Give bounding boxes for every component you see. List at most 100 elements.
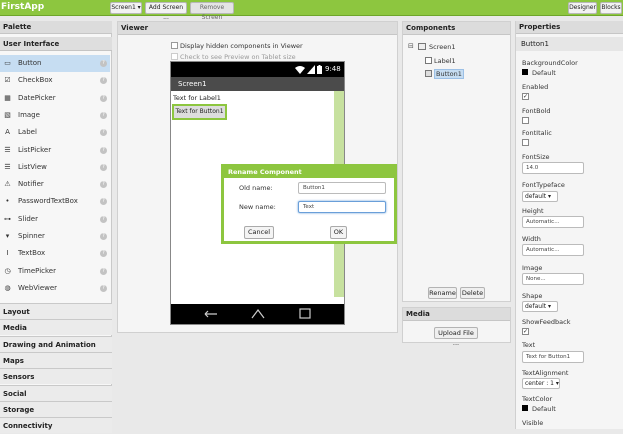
password-icon: • xyxy=(5,197,10,206)
help-icon[interactable]: ? xyxy=(100,94,107,102)
text-input[interactable]: Text for Button1 xyxy=(522,351,584,363)
showfeedback-checkbox[interactable]: ✓ xyxy=(522,328,529,335)
help-icon[interactable]: ? xyxy=(100,60,107,67)
dialog-title: Rename Component xyxy=(224,167,394,178)
image-input[interactable]: None... xyxy=(522,273,584,285)
prop-width-label: Width xyxy=(522,235,541,243)
label-icon: A xyxy=(5,128,10,137)
palette-item-label: Label xyxy=(18,128,37,137)
upload-file-button[interactable]: Upload File ... xyxy=(434,327,478,347)
prop-fontsize-label: FontSize xyxy=(522,153,550,161)
collapse-icon[interactable]: ⊟ xyxy=(408,42,414,50)
help-icon[interactable]: ? xyxy=(100,129,107,137)
palette-item-label[interactable]: A Label? xyxy=(0,124,110,141)
help-icon[interactable]: ? xyxy=(100,215,107,223)
palette-category-sensors[interactable]: Sensors xyxy=(0,368,112,385)
help-icon[interactable]: ? xyxy=(100,250,107,258)
palette-item-passwordtextbox[interactable]: • PasswordTextBox? xyxy=(0,193,110,210)
palette-item-checkbox[interactable]: ☑ CheckBox? xyxy=(0,72,110,89)
prop-height-label: Height xyxy=(522,207,544,215)
palette-category-media[interactable]: Media xyxy=(0,319,112,336)
fontsize-input[interactable]: 14.0 xyxy=(522,162,584,174)
help-icon[interactable]: ? xyxy=(100,181,107,189)
palette-category-connectivity[interactable]: Connectivity xyxy=(0,417,112,434)
properties-panel: Properties Button1 BackgroundColor Defau… xyxy=(515,21,623,429)
hidden-components-checkbox[interactable] xyxy=(171,42,178,49)
width-input[interactable]: Automatic... xyxy=(522,244,584,256)
prop-text-label: Text xyxy=(522,341,536,349)
help-icon[interactable]: ? xyxy=(100,146,107,154)
shape-select[interactable]: default ▾ xyxy=(522,301,558,312)
fontbold-checkbox[interactable] xyxy=(522,117,529,124)
palette-category-maps[interactable]: Maps xyxy=(0,351,112,368)
preview-label1[interactable]: Text for Label1 xyxy=(173,94,221,102)
palette-category-social[interactable]: Social xyxy=(0,384,112,401)
help-icon[interactable]: ? xyxy=(100,163,107,171)
palette-item-textbox[interactable]: I TextBox? xyxy=(0,245,110,262)
ok-button[interactable]: OK xyxy=(330,226,347,239)
properties-title: Properties xyxy=(516,21,623,34)
palette-item-notifier[interactable]: ⚠ Notifier? xyxy=(0,176,110,193)
enabled-checkbox[interactable]: ✓ xyxy=(522,93,529,100)
old-name-label: Old name: xyxy=(239,184,273,192)
battery-icon xyxy=(317,65,322,74)
height-input[interactable]: Automatic... xyxy=(522,216,584,228)
palette-category-storage[interactable]: Storage xyxy=(0,400,112,417)
help-icon[interactable]: ? xyxy=(100,284,107,292)
help-icon[interactable]: ? xyxy=(100,111,107,119)
textalignment-select[interactable]: center : 1 ▾ xyxy=(522,378,560,389)
old-name-field[interactable]: Button1 xyxy=(298,182,386,194)
palette-item-slider[interactable]: ⊶ Slider? xyxy=(0,211,110,228)
timepicker-icon: ◷ xyxy=(4,266,11,275)
palette-category-drawing-and-animation[interactable]: Drawing and Animation xyxy=(0,335,112,352)
palette-item-webviewer[interactable]: ◍ WebViewer? xyxy=(0,280,110,297)
prop-backgroundcolor-value[interactable]: Default xyxy=(532,69,556,77)
palette-item-button[interactable]: ▭ Button? xyxy=(0,55,110,72)
palette-category-user-interface[interactable]: User Interface xyxy=(0,37,112,51)
screen-icon xyxy=(418,43,426,50)
rename-button[interactable]: Rename xyxy=(428,287,457,299)
help-icon[interactable]: ? xyxy=(100,267,107,275)
palette-item-label: Slider xyxy=(18,214,38,223)
new-name-field[interactable]: Text xyxy=(298,201,386,213)
tree-label1[interactable]: Label1 xyxy=(434,57,456,65)
prop-fonttypeface-label: FontTypeface xyxy=(522,181,565,189)
cancel-button[interactable]: Cancel xyxy=(244,226,274,239)
prop-textcolor-value[interactable]: Default xyxy=(532,405,556,413)
tree-screen1[interactable]: Screen1 xyxy=(429,43,455,51)
help-icon[interactable]: ? xyxy=(100,233,107,240)
tablet-preview-checkbox[interactable] xyxy=(171,53,178,60)
textcolor-swatch[interactable] xyxy=(522,405,528,411)
delete-button[interactable]: Delete xyxy=(460,287,485,299)
tree-button1[interactable]: Button1 xyxy=(434,69,464,79)
blocks-button[interactable]: Blocks xyxy=(600,2,622,14)
fonttypeface-select[interactable]: default ▾ xyxy=(522,191,558,202)
designer-button[interactable]: Designer xyxy=(568,2,597,14)
palette-item-image[interactable]: ▧ Image? xyxy=(0,107,110,124)
top-bar: FirstApp Screen1 ▾ Add Screen ... Remove… xyxy=(0,0,623,21)
phone-screen-title: Screen1 xyxy=(171,77,344,91)
palette-item-timepicker[interactable]: ◷ TimePicker? xyxy=(0,263,110,280)
components-panel: Components ⊟ Screen1 Label1 Button1 Rena… xyxy=(402,21,511,302)
help-icon[interactable]: ? xyxy=(100,198,107,206)
remove-screen-button[interactable]: Remove Screen xyxy=(190,2,234,21)
palette-item-listview[interactable]: ☰ ListView? xyxy=(0,159,110,176)
preview-button1[interactable]: Text for Button1 xyxy=(172,104,227,120)
phone-status-bar: 9:48 xyxy=(171,62,344,77)
help-icon[interactable]: ? xyxy=(100,77,107,85)
palette-item-datepicker[interactable]: ▦ DatePicker? xyxy=(0,90,110,107)
palette-item-label: Image xyxy=(18,110,40,119)
screen-select[interactable]: Screen1 ▾ xyxy=(110,2,142,14)
back-icon xyxy=(204,310,217,318)
fontitalic-checkbox[interactable] xyxy=(522,139,529,146)
palette-category-layout[interactable]: Layout xyxy=(0,303,112,319)
backgroundcolor-swatch[interactable] xyxy=(522,69,528,75)
add-screen-button[interactable]: Add Screen ... xyxy=(145,2,187,21)
palette-item-spinner[interactable]: ▾ Spinner? xyxy=(0,228,110,245)
palette-item-listpicker[interactable]: ☰ ListPicker? xyxy=(0,142,110,159)
prop-visible-label: Visible xyxy=(522,419,544,427)
palette-panel: Palette User Interface ▭ Button? ☑ CheckBox… xyxy=(0,21,112,434)
media-title: Media xyxy=(403,308,510,321)
webviewer-icon: ◍ xyxy=(4,283,11,292)
palette-title: Palette xyxy=(0,21,112,34)
